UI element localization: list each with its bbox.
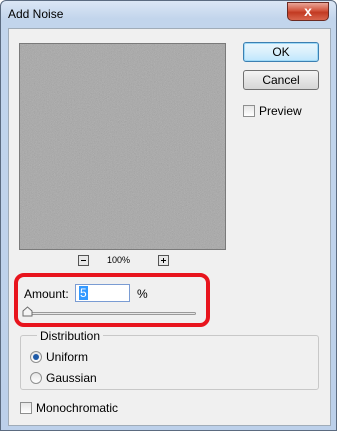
- monochromatic-checkbox-label[interactable]: Monochromatic: [36, 401, 118, 415]
- add-noise-dialog: Add Noise x 100% OK Cancel Preview Amoun…: [0, 0, 337, 431]
- title-bar[interactable]: Add Noise x: [1, 1, 336, 27]
- zoom-out-button[interactable]: [78, 255, 89, 266]
- preview-checkbox-label[interactable]: Preview: [259, 104, 302, 118]
- dialog-body: 100% OK Cancel Preview Amount: 5 % Distr…: [8, 28, 331, 426]
- uniform-radio-label[interactable]: Uniform: [46, 350, 88, 364]
- noise-preview[interactable]: [19, 43, 226, 250]
- cancel-button[interactable]: Cancel: [243, 70, 319, 90]
- noise-preview-image: [20, 44, 225, 249]
- amount-highlight-annotation: [14, 273, 210, 327]
- gaussian-radio[interactable]: [30, 372, 42, 384]
- monochromatic-checkbox[interactable]: [20, 402, 32, 414]
- uniform-radio[interactable]: [30, 351, 42, 363]
- distribution-legend: Distribution: [37, 329, 104, 343]
- close-icon: x: [304, 3, 312, 19]
- dialog-title: Add Noise: [8, 7, 64, 21]
- zoom-level: 100%: [107, 255, 131, 265]
- preview-checkbox[interactable]: [243, 105, 255, 117]
- ok-button[interactable]: OK: [243, 42, 319, 62]
- zoom-in-button[interactable]: [158, 255, 169, 266]
- close-button[interactable]: x: [287, 2, 329, 21]
- gaussian-radio-label[interactable]: Gaussian: [46, 371, 97, 385]
